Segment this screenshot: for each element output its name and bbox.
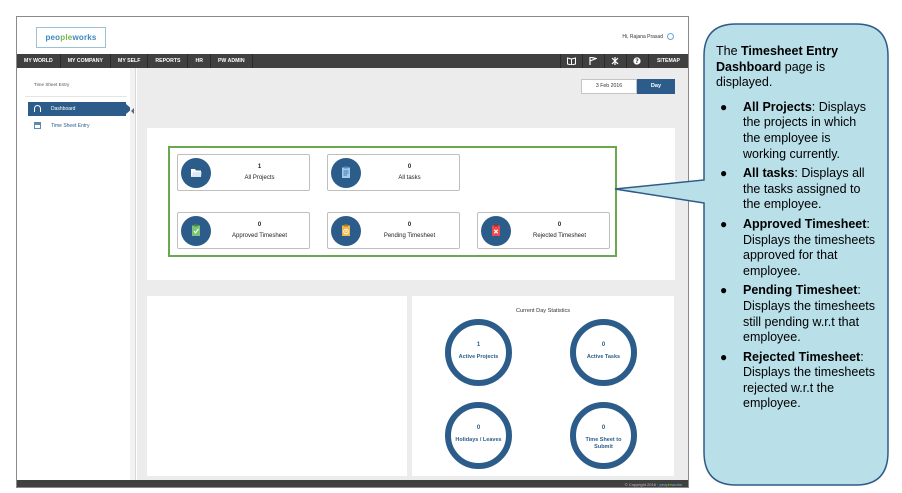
bullet-icon: ● <box>720 283 728 298</box>
callout-text: The Timesheet Entry Dashboard page is di… <box>716 44 876 416</box>
callout-item: ● All tasks: Displays all the tasks assig… <box>716 166 876 213</box>
callout-intro-prefix: The <box>716 44 742 58</box>
callout-term: Pending Timesheet <box>743 283 858 298</box>
callout-item: ● Pending Timesheet: Displays the timeshe… <box>716 283 876 345</box>
callout-intro: The Timesheet Entry Dashboard page is di… <box>716 44 876 91</box>
callout-term: All Projects <box>743 99 812 114</box>
bullet-icon: ● <box>720 349 728 364</box>
bullet-icon: ● <box>720 216 728 231</box>
callout-term: All tasks <box>743 166 795 181</box>
callout-item: ● Approved Timesheet: Displays the timesh… <box>716 217 876 279</box>
callout-list: ● All Projects: Displays the projects in … <box>716 100 876 412</box>
callout-item: ● All Projects: Displays the projects in … <box>716 100 876 162</box>
bullet-icon: ● <box>720 166 728 181</box>
callout-term: Approved Timesheet <box>743 216 867 231</box>
bullet-icon: ● <box>720 99 728 114</box>
callout-term: Rejected Timesheet <box>743 349 861 364</box>
callout-item: ● Rejected Timesheet: Displays the timesh… <box>716 350 876 412</box>
